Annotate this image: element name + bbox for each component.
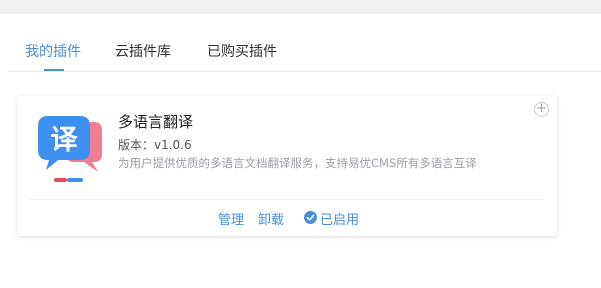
tab-divider (8, 71, 601, 72)
check-circle-icon (304, 211, 317, 224)
plugin-actions: 管理 卸载 已启用 (18, 209, 557, 229)
plugin-title: 多语言翻译 (118, 113, 194, 131)
tab-bar: 我的插件 云插件库 已购买插件 (0, 14, 601, 72)
logo-character: 译 (51, 125, 79, 156)
tab-purchased-plugins[interactable]: 已购买插件 (207, 41, 277, 61)
top-bar (0, 0, 601, 14)
plugin-description: 为用户提供优质的多语言文档翻译服务，支持易优CMS所有多语言互译 (118, 156, 477, 170)
plugin-version: 版本：v1.0.6 (118, 138, 192, 152)
uninstall-button[interactable]: 卸载 (258, 209, 284, 228)
translate-logo-icon: 译 (38, 116, 102, 182)
tab-cloud-plugins[interactable]: 云插件库 (115, 41, 171, 61)
plus-icon[interactable]: + (534, 102, 549, 117)
plugin-card: + 译 多语言翻译 版本：v1.0.6 为用户提供优质的多语言文档翻译服务，支持… (18, 96, 557, 236)
enabled-status[interactable]: 已启用 (320, 209, 359, 228)
manage-button[interactable]: 管理 (218, 209, 244, 228)
tab-my-plugins[interactable]: 我的插件 (25, 41, 81, 61)
card-divider (30, 199, 545, 200)
